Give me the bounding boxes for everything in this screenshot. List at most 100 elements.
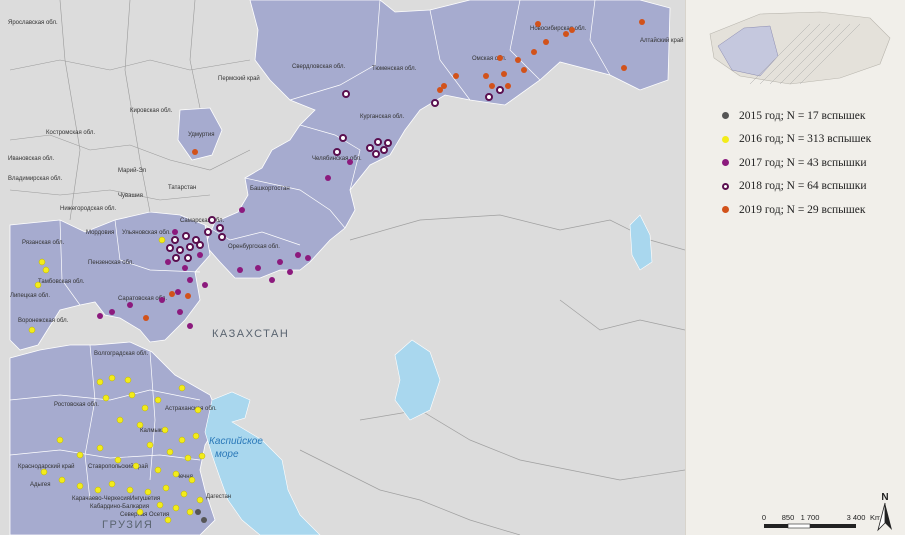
- outbreak-point-2016: [178, 384, 186, 392]
- outbreak-point-2017: [127, 302, 133, 308]
- outbreak-point-2016: [132, 462, 140, 470]
- region-label: Пермский край: [218, 75, 260, 82]
- region-label: Ингушетия: [130, 496, 160, 502]
- outbreak-point-2017: [175, 289, 181, 295]
- region-label: Владимирская обл.: [8, 176, 63, 182]
- outbreak-point-2018: [176, 246, 184, 254]
- outbreak-point-2017: [187, 277, 193, 283]
- outbreak-point-2017: [159, 297, 165, 303]
- region-label: Адыгея: [30, 482, 50, 488]
- outbreak-point-2017: [177, 309, 183, 315]
- outbreak-point-2019: [185, 293, 191, 299]
- outbreak-point-2017: [172, 229, 178, 235]
- scale-tick-label: 1 700: [801, 513, 820, 522]
- outbreak-point-2017: [109, 309, 115, 315]
- outbreak-point-2019: [621, 65, 627, 71]
- legend-item-2018: 2018 год; N = 64 вспышки: [722, 175, 871, 199]
- outbreak-point-2016: [141, 404, 149, 412]
- outbreak-point-2017: [269, 277, 275, 283]
- region-label: Дагестан: [206, 494, 231, 500]
- outbreak-point-2016: [116, 416, 124, 424]
- outbreak-point-2018: [208, 216, 216, 224]
- outbreak-point-2018: [366, 144, 374, 152]
- outbreak-point-2018: [218, 233, 226, 241]
- outbreak-point-2016: [128, 391, 136, 399]
- region-label: Оренбургская обл.: [228, 244, 280, 250]
- region-label: Марий-Эл: [118, 167, 147, 174]
- region-label: Алтайский край: [640, 37, 684, 44]
- outbreak-point-2016: [162, 484, 170, 492]
- outbreak-point-2016: [186, 508, 194, 516]
- region-label: Ульяновская обл.: [122, 230, 171, 236]
- legend-item-2016: 2016 год; N = 313 вспышек: [722, 128, 871, 152]
- region-label: Ростовская обл.: [54, 402, 99, 408]
- outbreak-point-2016: [42, 266, 50, 274]
- outbreak-point-2016: [114, 456, 122, 464]
- outbreak-point-2016: [136, 421, 144, 429]
- country-label-georgia: ГРУЗИЯ: [102, 519, 153, 531]
- region-label: Костромская обл.: [46, 130, 95, 136]
- outbreak-point-2016: [76, 451, 84, 459]
- scale-unit: Km: [870, 513, 880, 522]
- legend-label: 2019 год; N = 29 вспышек: [739, 203, 866, 216]
- outbreak-point-2019: [569, 27, 575, 33]
- scale-bar: 0 850 1 700 3 400 Km: [762, 513, 880, 529]
- legend-marker-2017: [722, 159, 729, 167]
- outbreak-point-2016: [94, 486, 102, 494]
- outbreak-point-2019: [169, 291, 175, 297]
- outbreak-point-2018: [380, 146, 388, 154]
- outbreak-point-2016: [76, 482, 84, 490]
- outbreak-point-2016: [136, 508, 144, 516]
- region-label: Волгоградская обл.: [94, 351, 148, 357]
- outbreak-point-2018: [374, 138, 382, 146]
- outbreak-point-2019: [489, 83, 495, 89]
- outbreak-point-2016: [28, 326, 36, 334]
- legend-marker-2018: [722, 182, 729, 190]
- outbreak-point-2019: [543, 39, 549, 45]
- outbreak-point-2016: [102, 394, 110, 402]
- outbreak-point-2016: [58, 476, 66, 484]
- outbreak-point-2019: [497, 55, 503, 61]
- region-label: Краснодарский край: [18, 463, 75, 470]
- outbreak-point-2016: [161, 426, 169, 434]
- outbreak-point-2017: [182, 265, 188, 271]
- outbreak-point-2016: [108, 480, 116, 488]
- legend-item-2019: 2019 год; N = 29 вспышек: [722, 198, 871, 222]
- outbreak-point-2016: [146, 441, 154, 449]
- outbreak-map: Пермский край Свердловская обл. Тюменска…: [0, 0, 685, 535]
- region-label: Свердловская обл.: [292, 64, 346, 70]
- locator-inset-map: [700, 4, 896, 90]
- legend: 2015 год; N = 17 вспышек 2016 год; N = 3…: [722, 104, 871, 222]
- outbreak-point-2018: [182, 232, 190, 240]
- outbreak-point-2016: [164, 516, 172, 524]
- north-label: N: [881, 492, 888, 503]
- outbreak-point-2016: [108, 374, 116, 382]
- scale-tick-label: 850: [782, 513, 795, 522]
- outbreak-point-2018: [171, 236, 179, 244]
- outbreak-point-2019: [515, 57, 521, 63]
- legend-item-2017: 2017 год; N = 43 вспышки: [722, 151, 871, 175]
- outbreak-point-2017: [287, 269, 293, 275]
- legend-marker-2019: [722, 206, 729, 214]
- region-label: Кировская обл.: [130, 108, 173, 114]
- outbreak-point-2018: [204, 228, 212, 236]
- outbreak-point-2018: [172, 254, 180, 262]
- outbreak-point-2018: [186, 243, 194, 251]
- outbreak-point-2016: [192, 432, 200, 440]
- region-label: Чувашия: [118, 193, 143, 199]
- outbreak-point-2016: [158, 236, 166, 244]
- region-label: Липецкая обл.: [10, 293, 50, 299]
- legend-label: 2015 год; N = 17 вспышек: [739, 109, 866, 122]
- region-label: Мордовия: [86, 230, 114, 236]
- outbreak-point-2018: [485, 93, 493, 101]
- outbreak-point-2017: [187, 323, 193, 329]
- outbreak-point-2016: [154, 396, 162, 404]
- region-label: Башкортостан: [250, 186, 290, 192]
- region-label: Пензенская обл.: [88, 260, 134, 266]
- outbreak-point-2016: [178, 436, 186, 444]
- outbreak-point-2017: [277, 259, 283, 265]
- region-label: Татарстан: [168, 185, 196, 191]
- outbreak-point-2016: [96, 378, 104, 386]
- region-label: Северная Осетия: [120, 512, 169, 518]
- sea-label-line1: Каспийское: [209, 436, 263, 447]
